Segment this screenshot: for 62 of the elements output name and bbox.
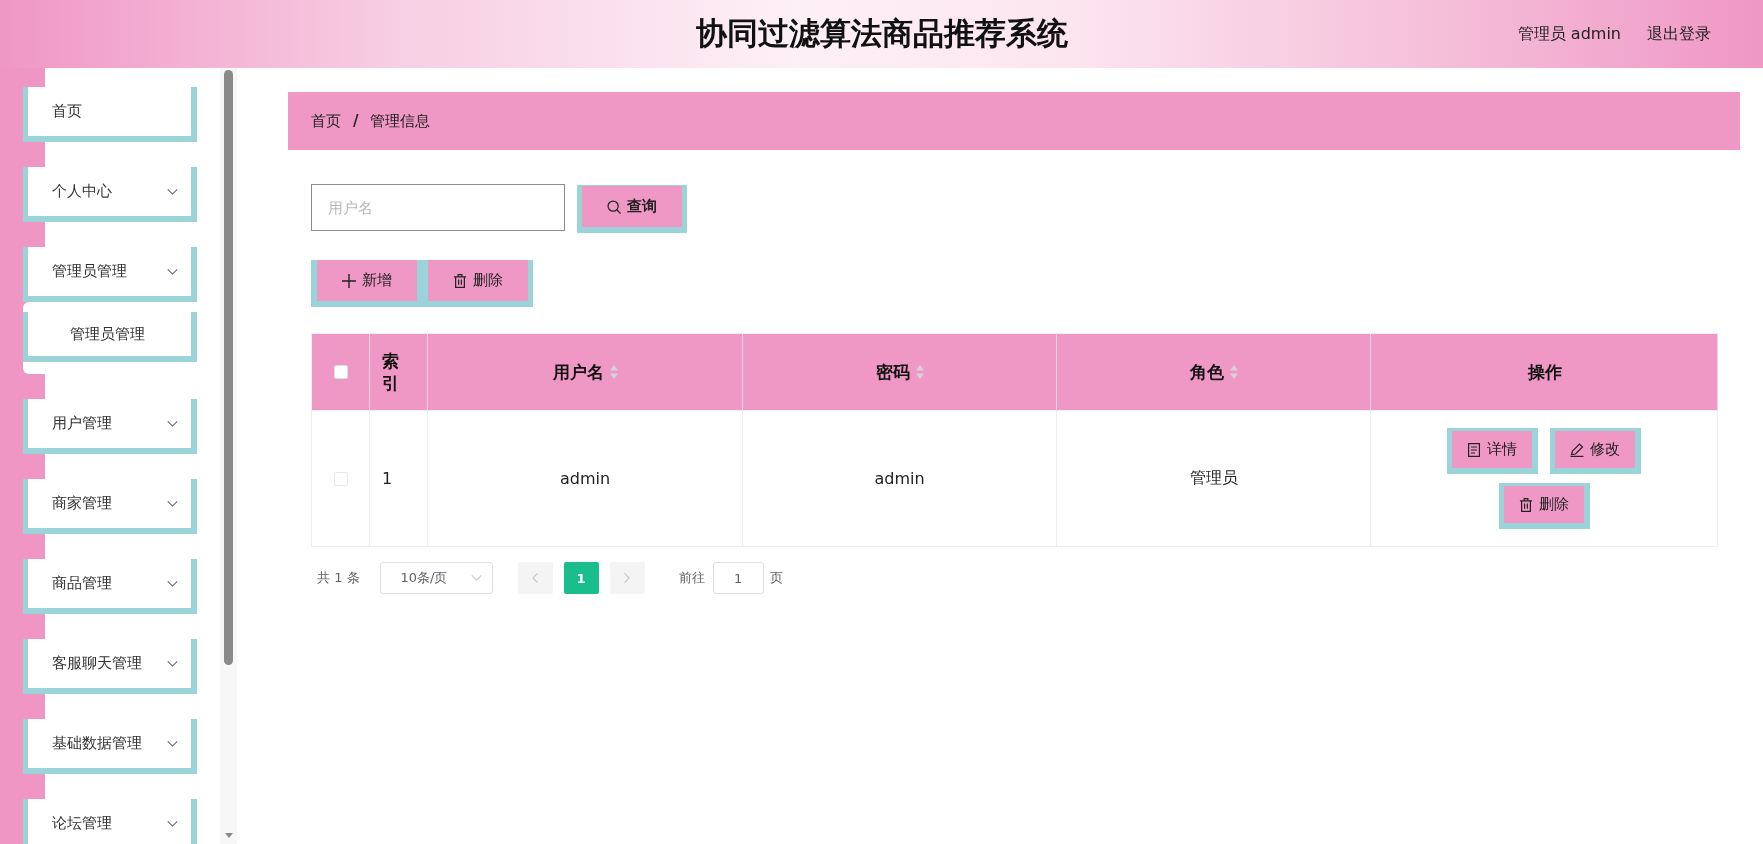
column-header: 索引 [382,349,400,395]
sidebar-item[interactable]: 论坛管理 [23,799,197,844]
column-header: 用户名 [553,360,604,384]
column-header: 密码 [876,360,910,384]
sidebar-item[interactable]: 管理员管理 [23,247,197,302]
chevron-down-icon [167,500,178,507]
logout-link[interactable]: 退出登录 [1647,23,1711,45]
sort-icon[interactable] [610,365,618,379]
sort-icon[interactable] [916,365,924,379]
table-cell-text: 1 [382,469,393,488]
breadcrumb-current: 管理信息 [370,111,431,131]
page-size-select[interactable]: 10条/页 [379,562,493,594]
goto-label: 前往 [678,569,705,587]
delete-button[interactable]: 删除 [422,260,533,307]
select-all-checkbox[interactable] [333,365,348,379]
page-unit-label: 页 [769,569,783,587]
sidebar-item[interactable]: 商品管理 [23,559,197,614]
scroll-down-arrow-icon[interactable] [224,833,233,838]
sidebar-item[interactable]: 首页 [23,87,197,142]
user-label: 管理员 admin [1517,23,1621,45]
chevron-down-icon [167,740,178,747]
chevron-down-icon [167,660,178,667]
search-field[interactable]: 用户名 [311,184,565,231]
breadcrumb-separator: / [353,112,359,130]
sidebar-item[interactable]: 个人中心 [23,167,197,222]
column-header: 操作 [1527,360,1562,384]
plus-icon [342,273,356,288]
app-title: 协同过滤算法商品推荐系统 [695,14,1068,53]
delete-button[interactable]: 删除 [1498,483,1590,529]
row-checkbox[interactable] [333,471,348,486]
goto-page-field[interactable]: 1 [712,562,764,594]
table-cell-text: admin [559,469,611,488]
sidebar-item[interactable]: 客服聊天管理 [23,639,197,694]
search-button[interactable]: 查询 [577,185,687,233]
document-icon [1467,442,1481,457]
table-cell-text: admin [874,469,925,488]
sidebar-item[interactable]: 用户管理 [23,399,197,454]
column-header: 角色 [1190,360,1224,384]
sidebar-item[interactable]: 商家管理 [23,479,197,534]
chevron-down-icon [167,188,178,195]
add-button[interactable]: 新增 [311,260,422,307]
scrollbar-track[interactable] [220,68,237,844]
scrollbar-thumb[interactable] [224,70,233,665]
chevron-left-icon [532,573,539,583]
chevron-down-icon [470,575,482,581]
chevron-down-icon [167,420,178,427]
edit-button[interactable]: 修改 [1550,428,1641,474]
breadcrumb-link[interactable]: 首页 [311,111,341,131]
pencil-icon [1570,442,1584,457]
chevron-down-icon [167,580,178,587]
trash-icon [1518,497,1533,512]
table-cell-text: 管理员 [1189,468,1238,487]
search-icon [607,199,621,214]
sidebar-item[interactable]: 基础数据管理 [23,719,197,774]
trash-icon [453,273,467,288]
sidebar-subitem[interactable]: 管理员管理 [23,312,197,362]
details-button[interactable]: 详情 [1447,428,1538,474]
chevron-down-icon [167,820,178,827]
sort-icon[interactable] [1230,365,1238,379]
total-count: 共 1 条 [317,569,360,587]
chevron-down-icon [167,268,178,275]
chevron-right-icon [624,573,631,583]
